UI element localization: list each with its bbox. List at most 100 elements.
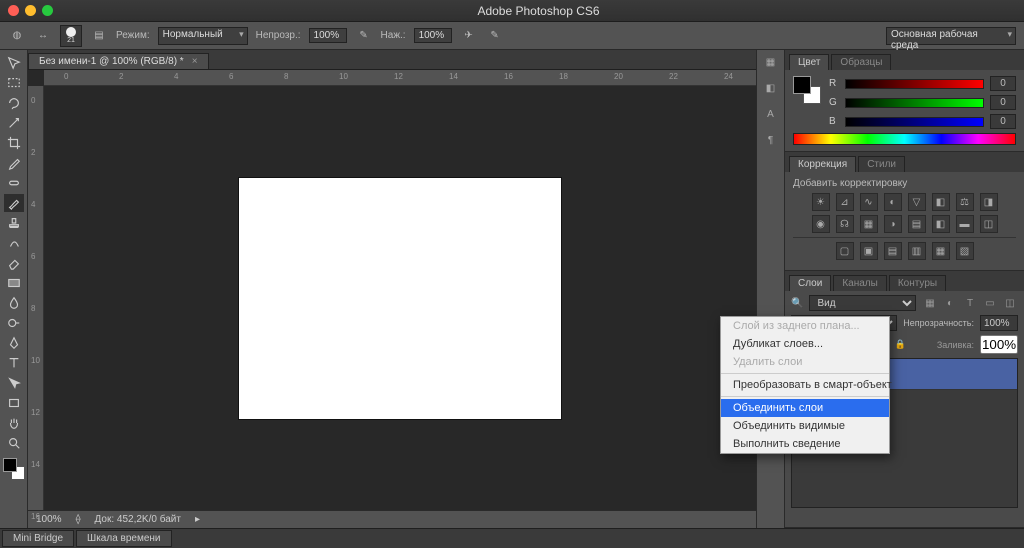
paragraph-panel-icon[interactable]: ¶ [763,132,779,148]
adj-vibrance-icon[interactable]: ▽ [908,193,926,211]
document-canvas[interactable] [239,178,561,419]
lock-all-icon[interactable]: 🔒 [894,338,907,351]
type-tool[interactable] [4,354,24,372]
ps-logo-icon[interactable]: ◍ [8,27,26,45]
path-select-tool[interactable] [4,374,24,392]
adj-preset3-icon[interactable]: ▤ [884,242,902,260]
adj-invert-icon[interactable]: ◑ [884,215,902,233]
dodge-tool[interactable] [4,314,24,332]
menu-merge-layers[interactable]: Объединить слои [721,399,889,417]
hand-tool[interactable] [4,414,24,432]
lasso-tool[interactable] [4,94,24,112]
eyedropper-tool[interactable] [4,154,24,172]
gradient-tool[interactable] [4,274,24,292]
workspace-select[interactable]: Основная рабочая среда [886,27,1016,45]
filter-shape-icon[interactable]: ▭ [982,296,998,310]
menu-merge-visible[interactable]: Объединить видимые [721,417,889,435]
adj-brightness-icon[interactable]: ☀ [812,193,830,211]
eraser-tool[interactable] [4,254,24,272]
g-slider[interactable] [845,98,984,108]
layer-opacity-field[interactable] [980,315,1018,331]
r-slider[interactable] [845,79,984,89]
adj-preset6-icon[interactable]: ▧ [956,242,974,260]
filter-type-icon[interactable]: T [962,296,978,310]
tab-mini-bridge[interactable]: Mini Bridge [2,530,74,547]
tablet-pressure-icon[interactable]: ✎ [486,27,504,45]
adj-preset2-icon[interactable]: ▣ [860,242,878,260]
close-window-button[interactable] [8,5,19,16]
tab-paths[interactable]: Контуры [889,275,946,291]
filter-pixel-icon[interactable]: ▦ [922,296,938,310]
tab-channels[interactable]: Каналы [833,275,887,291]
adj-lookup-icon[interactable]: ▦ [860,215,878,233]
history-panel-icon[interactable]: ▦ [763,54,779,70]
close-tab-icon[interactable]: × [192,56,198,67]
tab-layers[interactable]: Слои [789,275,831,291]
adj-balance-icon[interactable]: ⚖ [956,193,974,211]
vertical-ruler[interactable]: 0246810121416 [28,86,44,510]
filter-adjust-icon[interactable]: ◐ [942,296,958,310]
adj-exposure-icon[interactable]: ◐ [884,193,902,211]
tab-color[interactable]: Цвет [789,54,829,70]
blur-tool[interactable] [4,294,24,312]
doc-size[interactable]: Док: 452,2K/0 байт [95,514,181,525]
adj-channel-mixer-icon[interactable]: ☊ [836,215,854,233]
adj-selective-icon[interactable]: ◫ [980,215,998,233]
status-flyout-icon[interactable]: ▸ [195,514,200,525]
adj-photo-filter-icon[interactable]: ◉ [812,215,830,233]
b-value[interactable]: 0 [990,114,1016,129]
pen-tool[interactable] [4,334,24,352]
zoom-tool[interactable] [4,434,24,452]
brush-tool[interactable] [4,194,24,212]
stamp-tool[interactable] [4,214,24,232]
move-icon[interactable]: ↔ [34,27,52,45]
tab-swatches[interactable]: Образцы [831,54,891,70]
move-tool[interactable] [4,54,24,72]
menu-flatten-image[interactable]: Выполнить сведение [721,435,889,453]
b-slider[interactable] [845,117,984,127]
adj-preset5-icon[interactable]: ▦ [932,242,950,260]
zoom-window-button[interactable] [42,5,53,16]
flow-field[interactable]: 100% [414,28,452,43]
tab-adjustments[interactable]: Коррекция [789,156,856,172]
color-swatch[interactable] [793,76,821,104]
adj-preset4-icon[interactable]: ▥ [908,242,926,260]
adj-curves-icon[interactable]: ∿ [860,193,878,211]
menu-duplicate-layers[interactable]: Дубликат слоев... [721,335,889,353]
adj-threshold-icon[interactable]: ◧ [932,215,950,233]
history-brush-tool[interactable] [4,234,24,252]
r-value[interactable]: 0 [990,76,1016,91]
character-panel-icon[interactable]: A [763,106,779,122]
minimize-window-button[interactable] [25,5,36,16]
layer-kind-select[interactable]: Вид [809,295,916,311]
layer-fill-field[interactable] [980,335,1018,354]
adj-gradient-map-icon[interactable]: ▬ [956,215,974,233]
adj-preset1-icon[interactable]: ▢ [836,242,854,260]
color-spectrum[interactable] [793,133,1016,145]
crop-tool[interactable] [4,134,24,152]
blend-mode-select[interactable]: Нормальный [158,27,248,45]
spot-heal-tool[interactable] [4,174,24,192]
filter-smart-icon[interactable]: ◫ [1002,296,1018,310]
adj-posterize-icon[interactable]: ▤ [908,215,926,233]
wand-tool[interactable] [4,114,24,132]
airbrush-icon[interactable]: ✈ [460,27,478,45]
shape-tool[interactable] [4,394,24,412]
marquee-tool[interactable] [4,74,24,92]
g-value[interactable]: 0 [990,95,1016,110]
document-tab[interactable]: Без имени-1 @ 100% (RGB/8) * × [28,53,209,69]
canvas-viewport[interactable] [44,86,756,510]
horizontal-ruler[interactable]: 024681012141618202224 [44,70,756,86]
opacity-pressure-icon[interactable]: ✎ [355,27,373,45]
adj-hue-icon[interactable]: ◧ [932,193,950,211]
tab-timeline[interactable]: Шкала времени [76,530,171,547]
brush-preset-picker[interactable]: 21 [60,25,82,47]
opacity-field[interactable]: 100% [309,28,347,43]
properties-panel-icon[interactable]: ◧ [763,80,779,96]
scrubby-icon[interactable]: ⟠ [76,514,81,525]
menu-convert-smart-object[interactable]: Преобразовать в смарт-объект [721,376,889,394]
foreground-background-swatch[interactable] [3,458,25,480]
adj-levels-icon[interactable]: ⊿ [836,193,854,211]
adj-bw-icon[interactable]: ◨ [980,193,998,211]
tab-styles[interactable]: Стили [858,156,905,172]
